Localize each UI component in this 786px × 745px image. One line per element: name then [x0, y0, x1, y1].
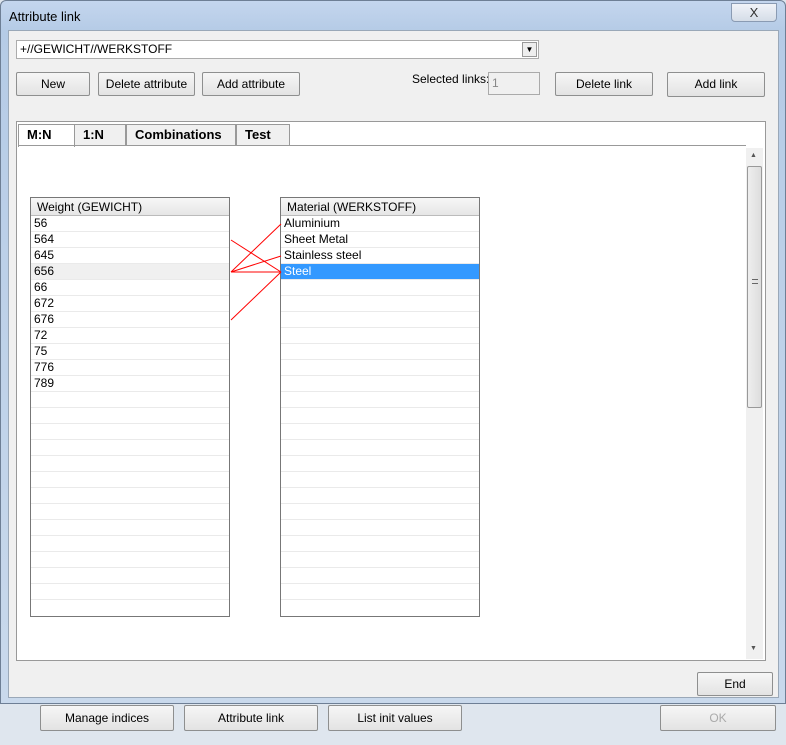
weight-row[interactable]	[31, 424, 229, 440]
weight-row[interactable]	[31, 456, 229, 472]
weight-row[interactable]	[31, 536, 229, 552]
weight-row[interactable]: 564	[31, 232, 229, 248]
weight-row[interactable]: 645	[31, 248, 229, 264]
delete-attribute-button[interactable]: Delete attribute	[98, 72, 195, 96]
weight-row[interactable]: 789	[31, 376, 229, 392]
material-row[interactable]: Sheet Metal	[281, 232, 479, 248]
material-row[interactable]	[281, 488, 479, 504]
material-row[interactable]	[281, 296, 479, 312]
material-row[interactable]	[281, 536, 479, 552]
material-list-header: Material (WERKSTOFF)	[281, 198, 479, 216]
manage-indices-button[interactable]: Manage indices	[40, 705, 174, 731]
material-row[interactable]: Aluminium	[281, 216, 479, 232]
link-lines	[230, 223, 282, 321]
delete-link-button[interactable]: Delete link	[555, 72, 653, 96]
weight-row[interactable]	[31, 392, 229, 408]
new-button[interactable]: New	[16, 72, 90, 96]
material-row[interactable]	[281, 360, 479, 376]
selected-links-field: 1	[488, 72, 540, 95]
weight-row[interactable]	[31, 440, 229, 456]
weight-list[interactable]: Weight (GEWICHT) 56 564 645 656 66 672 676 72 75…	[30, 197, 230, 617]
material-row[interactable]	[281, 472, 479, 488]
weight-row[interactable]	[31, 568, 229, 584]
material-row[interactable]	[281, 312, 479, 328]
tab-mn[interactable]: M:N	[18, 124, 75, 147]
link-line	[230, 223, 282, 273]
selected-links-label: Selected links:	[412, 72, 490, 86]
end-button[interactable]: End	[697, 672, 773, 696]
tab-combinations[interactable]: Combinations	[126, 124, 236, 145]
weight-row[interactable]: 672	[31, 296, 229, 312]
weight-row[interactable]: 656	[31, 264, 229, 280]
material-row[interactable]	[281, 568, 479, 584]
material-row[interactable]	[281, 280, 479, 296]
material-row[interactable]	[281, 504, 479, 520]
material-row[interactable]	[281, 408, 479, 424]
attribute-link-button[interactable]: Attribute link	[184, 705, 318, 731]
tab-test[interactable]: Test	[236, 124, 290, 145]
link-line	[230, 271, 282, 321]
material-row[interactable]	[281, 424, 479, 440]
weight-list-header: Weight (GEWICHT)	[31, 198, 229, 216]
close-button[interactable]: X	[731, 3, 777, 22]
link-line	[230, 255, 282, 273]
material-row[interactable]	[281, 440, 479, 456]
weight-row[interactable]	[31, 520, 229, 536]
scroll-up-icon[interactable]: ▲	[750, 152, 757, 159]
list-init-values-button[interactable]: List init values	[328, 705, 462, 731]
weight-row[interactable]: 776	[31, 360, 229, 376]
weight-row[interactable]	[31, 408, 229, 424]
material-row[interactable]	[281, 552, 479, 568]
weight-row[interactable]	[31, 472, 229, 488]
weight-row[interactable]	[31, 552, 229, 568]
combo-value: +//GEWICHT//WERKSTOFF	[20, 42, 173, 56]
weight-row[interactable]: 72	[31, 328, 229, 344]
weight-row[interactable]	[31, 488, 229, 504]
material-row[interactable]	[281, 376, 479, 392]
tab-1n[interactable]: 1:N	[74, 124, 126, 145]
weight-row[interactable]: 66	[31, 280, 229, 296]
chevron-down-icon[interactable]: ▼	[522, 42, 537, 57]
material-row[interactable]	[281, 584, 479, 600]
material-row[interactable]	[281, 328, 479, 344]
material-row[interactable]	[281, 456, 479, 472]
add-link-button[interactable]: Add link	[667, 72, 765, 97]
weight-row[interactable]: 75	[31, 344, 229, 360]
add-attribute-button[interactable]: Add attribute	[202, 72, 300, 96]
material-row[interactable]	[281, 520, 479, 536]
window-title: Attribute link	[9, 9, 81, 24]
scroll-down-icon[interactable]: ▼	[750, 645, 757, 652]
attribute-combo[interactable]: +//GEWICHT//WERKSTOFF ▼	[16, 40, 539, 59]
ok-button[interactable]: OK	[660, 705, 776, 731]
weight-row[interactable]	[31, 504, 229, 520]
link-line	[230, 239, 282, 273]
material-list[interactable]: Material (WERKSTOFF) Aluminium Sheet Meta…	[280, 197, 480, 617]
weight-row[interactable]	[31, 584, 229, 600]
material-row[interactable]: Stainless steel	[281, 248, 479, 264]
material-row[interactable]: Steel	[281, 264, 479, 280]
weight-row[interactable]: 676	[31, 312, 229, 328]
material-row[interactable]	[281, 344, 479, 360]
weight-row[interactable]: 56	[31, 216, 229, 232]
material-row[interactable]	[281, 392, 479, 408]
scrollbar-thumb[interactable]	[747, 166, 762, 408]
